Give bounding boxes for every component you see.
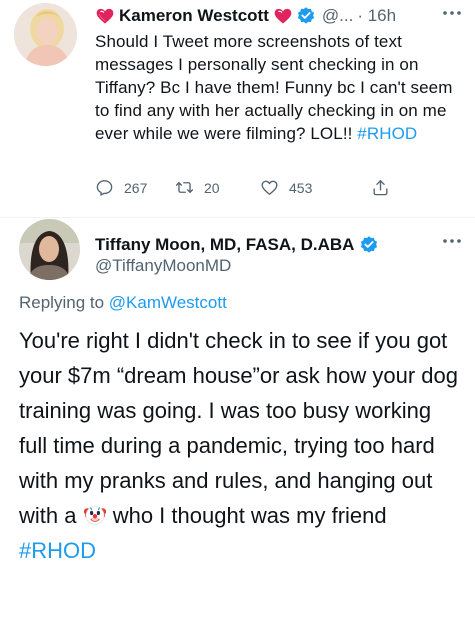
tweet2-hashtag[interactable]: #RHOD: [19, 538, 96, 563]
tweet2-body-continued: who I thought was my friend: [106, 503, 387, 528]
reply-button[interactable]: 267: [95, 178, 147, 197]
share-icon: [373, 180, 388, 196]
tweet1-header: Kameron Westcott @... · 16h: [95, 4, 465, 28]
tweet1-timestamp[interactable]: · 16h: [357, 6, 396, 26]
tweet1-hashtag[interactable]: #RHOD: [357, 124, 417, 143]
replying-handle-link[interactable]: @KamWestcott: [109, 293, 227, 312]
avatar-tiffany[interactable]: [19, 219, 80, 280]
verified-badge-icon: [297, 7, 314, 24]
tweet2-handle[interactable]: @TiffanyMoonMD: [95, 256, 231, 276]
tweet1-actions: 267 20 453: [95, 178, 415, 200]
like-icon: [261, 180, 278, 195]
verified-badge-icon: [361, 236, 378, 253]
replying-label: Replying to: [19, 293, 109, 312]
retweet-icon: [175, 182, 194, 193]
tweet-divider: [0, 217, 475, 218]
tweet2-text: You're right I didn't check in to see if…: [19, 323, 464, 568]
tweet1-handle[interactable]: @...: [322, 6, 353, 26]
avatar-kameron[interactable]: [14, 3, 77, 66]
clown-emoji-icon: [83, 506, 106, 525]
reply-count: 267: [124, 179, 148, 196]
heart-emoji-icon: [274, 8, 292, 24]
tweet2-display-name[interactable]: Tiffany Moon, MD, FASA, D.ABA: [95, 235, 354, 255]
retweet-count: 20: [204, 179, 220, 196]
share-button[interactable]: [371, 178, 400, 197]
tweet2-body: You're right I didn't check in to see if…: [19, 328, 458, 528]
like-button[interactable]: 453: [260, 178, 312, 197]
more-options-icon[interactable]: [439, 230, 465, 252]
replying-to: Replying to @KamWestcott: [19, 293, 227, 313]
tweet1-text: Should I Tweet more screenshots of text …: [95, 30, 460, 145]
tweet2-header: Tiffany Moon, MD, FASA, D.ABA: [95, 233, 435, 257]
tweet1-display-name[interactable]: Kameron Westcott: [119, 6, 269, 26]
heart-emoji-icon: [96, 8, 114, 24]
like-count: 453: [289, 179, 313, 196]
more-options-icon[interactable]: [439, 2, 465, 24]
reply-icon: [96, 180, 113, 196]
tweet-kameron[interactable]: Kameron Westcott @... · 16h Should I Twe…: [0, 0, 475, 216]
retweet-button[interactable]: 20: [175, 178, 220, 197]
